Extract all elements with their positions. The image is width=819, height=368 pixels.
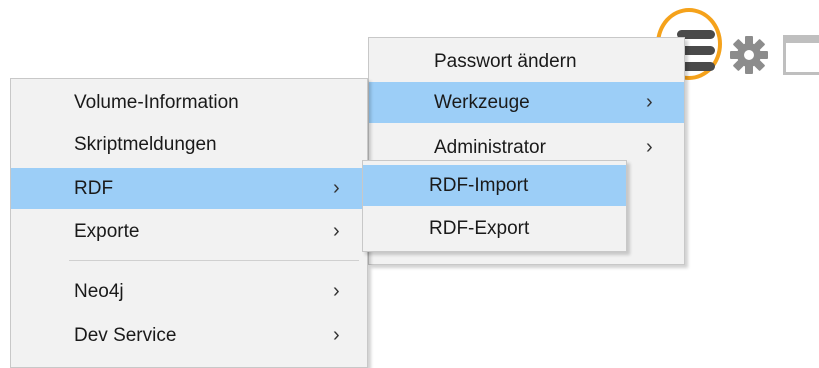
menu-item-werkzeuge[interactable]: Werkzeuge › bbox=[369, 82, 684, 123]
menu-item-label: Werkzeuge bbox=[434, 92, 530, 113]
chevron-right-icon: › bbox=[333, 177, 340, 199]
menu-item-neo4j[interactable]: Neo4j › bbox=[11, 271, 367, 312]
menu-item-label: Passwort ändern bbox=[434, 51, 577, 72]
menu-item-label: Exporte bbox=[74, 221, 140, 242]
menu-item-exporte[interactable]: Exporte › bbox=[11, 211, 367, 252]
menu-item-rdf[interactable]: RDF › bbox=[11, 168, 367, 209]
menu-item-label: RDF-Export bbox=[429, 218, 530, 239]
menu-item-rdf-import[interactable]: RDF-Import bbox=[363, 165, 626, 206]
menu-item-passwort-aendern[interactable]: Passwort ändern bbox=[369, 41, 684, 82]
chevron-right-icon: › bbox=[333, 324, 340, 346]
chevron-right-icon: › bbox=[646, 91, 653, 113]
menu-item-rdf-export[interactable]: RDF-Export bbox=[363, 208, 626, 249]
chevron-right-icon: › bbox=[333, 280, 340, 302]
menu-item-volume-information[interactable]: Volume-Information bbox=[11, 82, 367, 123]
menu-item-label: Dev Service bbox=[74, 325, 177, 346]
chevron-right-icon: › bbox=[333, 220, 340, 242]
menu-item-dev-service[interactable]: Dev Service › bbox=[11, 315, 367, 356]
gear-icon[interactable] bbox=[728, 34, 770, 76]
menu-item-skriptmeldungen[interactable]: Skriptmeldungen bbox=[11, 124, 367, 165]
main-menu: Volume-Information Skriptmeldungen RDF ›… bbox=[10, 78, 368, 368]
menu-separator bbox=[69, 260, 359, 261]
rdf-submenu: RDF-Import RDF-Export bbox=[362, 160, 627, 252]
menu-item-label: Volume-Information bbox=[74, 92, 239, 113]
chevron-right-icon: › bbox=[646, 136, 653, 158]
menu-item-label: Skriptmeldungen bbox=[74, 134, 217, 155]
window-icon[interactable] bbox=[783, 35, 819, 75]
menu-item-label: Neo4j bbox=[74, 281, 124, 302]
menu-item-label: RDF bbox=[74, 178, 114, 199]
menu-item-label: RDF-Import bbox=[429, 175, 529, 196]
